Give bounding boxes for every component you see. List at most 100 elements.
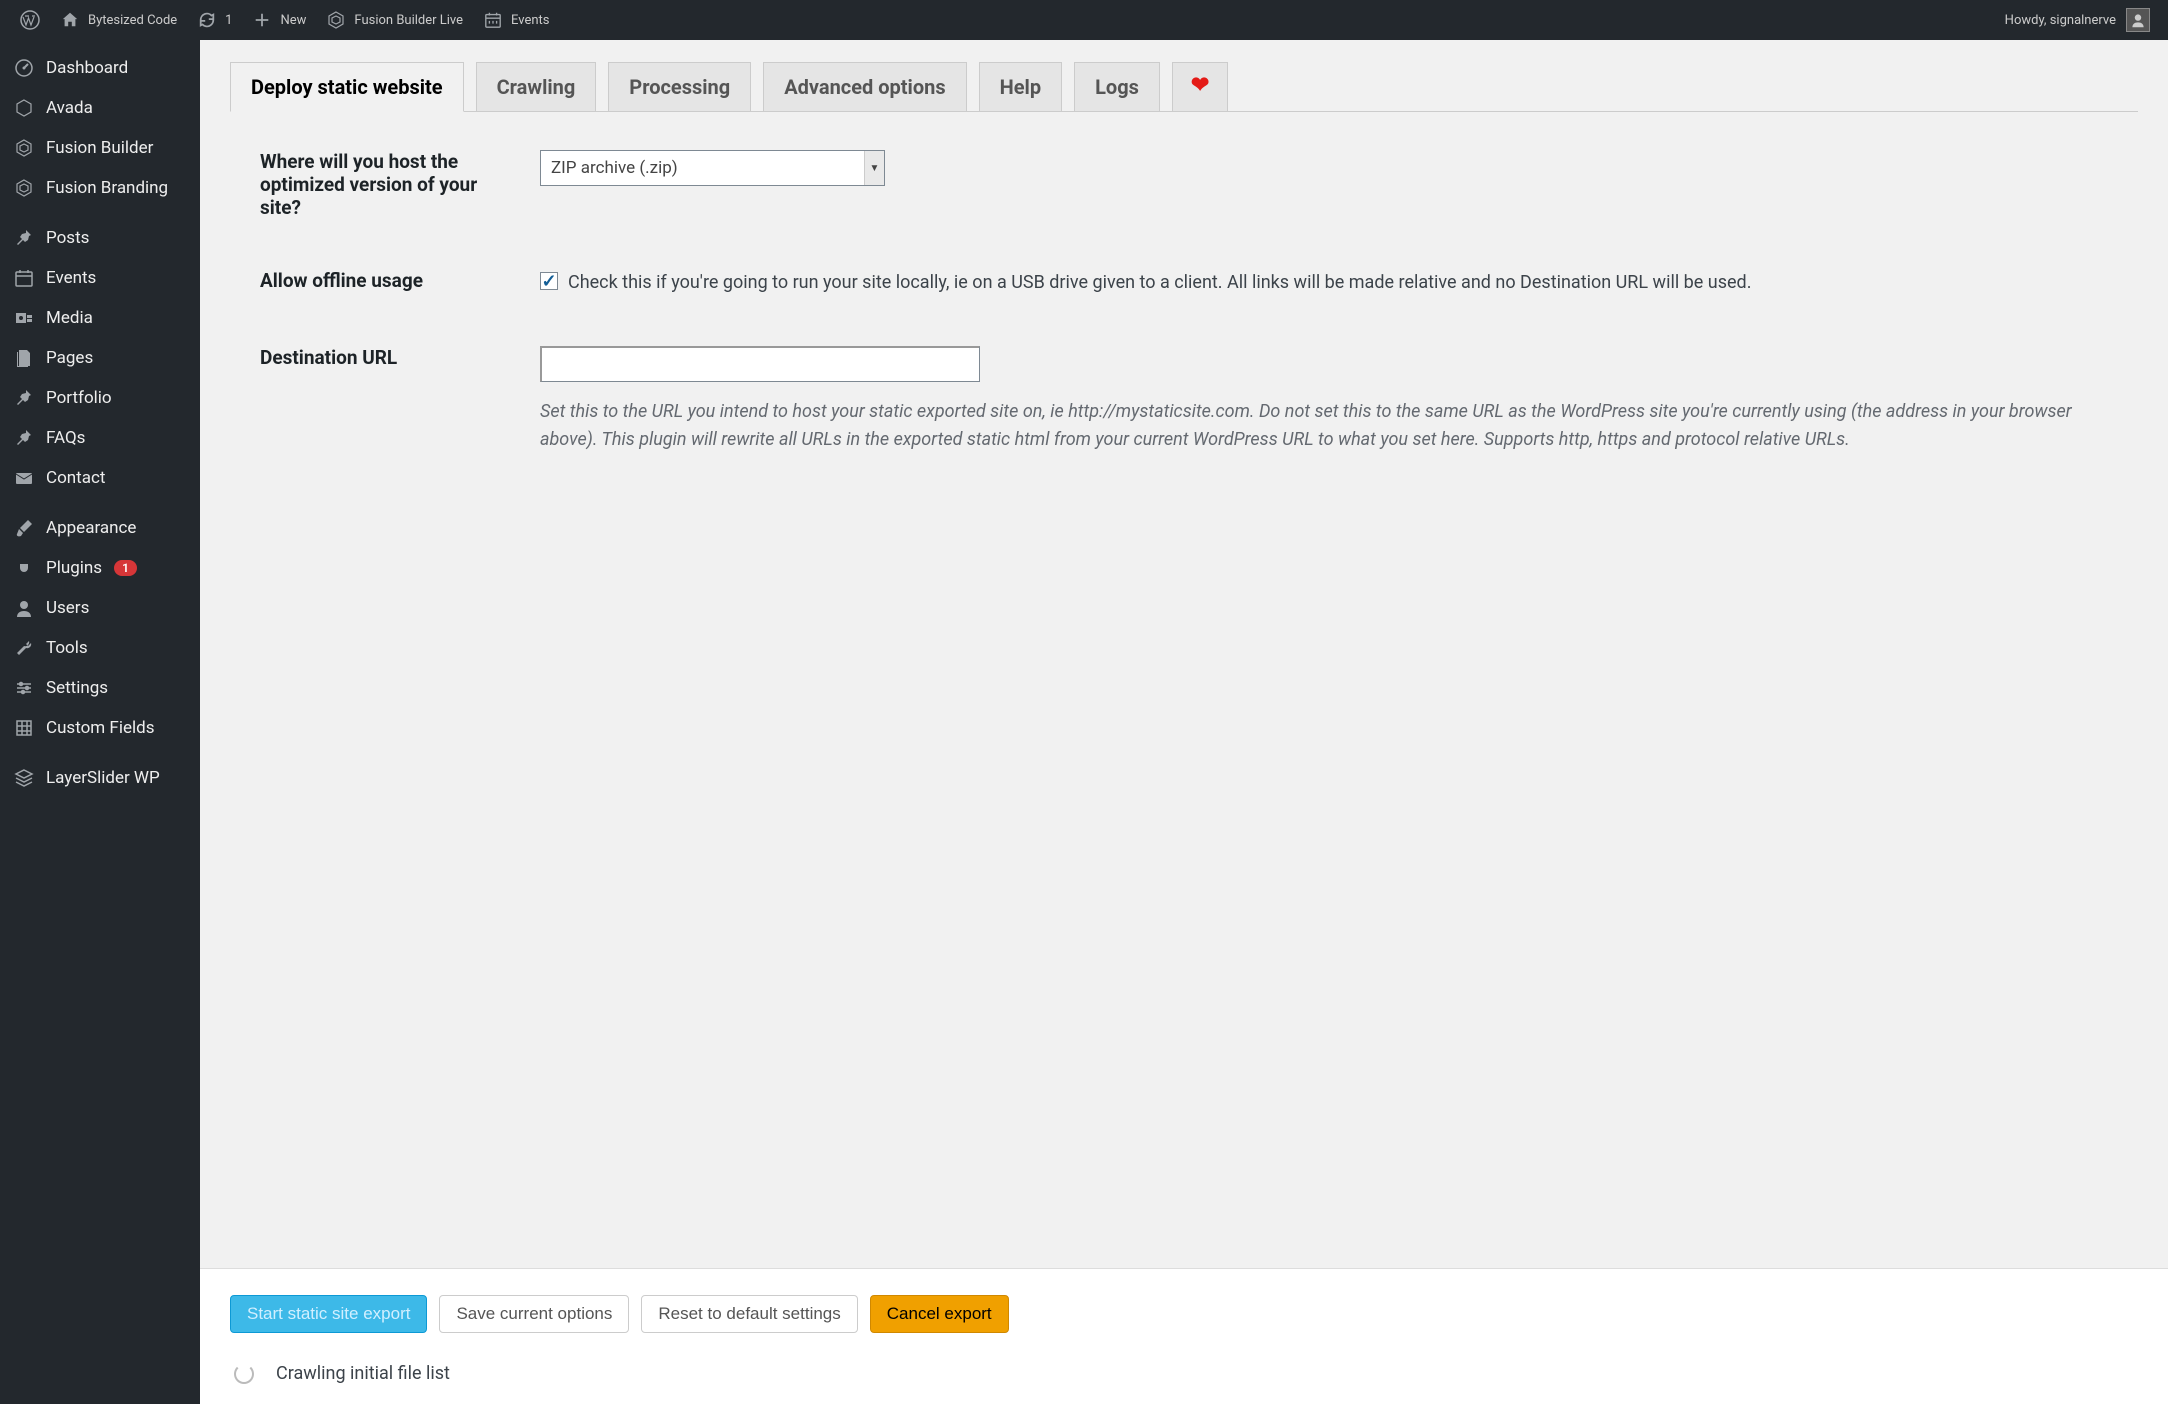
sidebar-item-label: Users [46, 598, 89, 618]
avada-icon [14, 98, 34, 118]
sidebar-item-label: Appearance [46, 518, 136, 538]
update-badge: 1 [114, 560, 137, 576]
tab-nav: Deploy static websiteCrawlingProcessingA… [230, 62, 2138, 112]
sidebar-item-fusion-branding[interactable]: Fusion Branding [0, 168, 200, 208]
fusion-icon [14, 178, 34, 198]
tab-donate[interactable]: ❤ [1172, 62, 1228, 111]
destination-url-input[interactable] [540, 346, 980, 382]
tab-help[interactable]: Help [979, 62, 1062, 111]
sidebar-item-layerslider-wp[interactable]: LayerSlider WP [0, 758, 200, 798]
tab-advanced-options[interactable]: Advanced options [763, 62, 966, 111]
update-count: 1 [225, 13, 232, 28]
sidebar-item-custom-fields[interactable]: Custom Fields [0, 708, 200, 748]
tab-deploy-static-website[interactable]: Deploy static website [230, 62, 464, 112]
sidebar-item-label: Tools [46, 638, 88, 658]
pin-icon [14, 388, 34, 408]
updates-link[interactable]: 1 [187, 0, 242, 40]
events-label: Events [511, 13, 549, 28]
user-avatar [2126, 8, 2150, 32]
sidebar-item-fusion-builder[interactable]: Fusion Builder [0, 128, 200, 168]
plug-icon [14, 558, 34, 578]
user-icon [14, 598, 34, 618]
sidebar-item-label: Media [46, 308, 93, 328]
fusion-builder-live-link[interactable]: Fusion Builder Live [316, 0, 473, 40]
site-name: Bytesized Code [88, 13, 177, 28]
heart-icon: ❤ [1191, 73, 1209, 98]
host-select-value: ZIP archive (.zip) [551, 158, 678, 178]
sidebar-item-avada[interactable]: Avada [0, 88, 200, 128]
sidebar-item-label: Posts [46, 228, 89, 248]
sidebar-item-label: Contact [46, 468, 105, 488]
sidebar-item-label: FAQs [46, 428, 85, 448]
howdy-text: Howdy, signalnerve [2005, 13, 2116, 28]
sidebar-item-pages[interactable]: Pages [0, 338, 200, 378]
offline-help-text: Check this if you're going to run your s… [568, 269, 1751, 296]
tab-crawling[interactable]: Crawling [476, 62, 597, 111]
pin-icon [14, 228, 34, 248]
sidebar-item-portfolio[interactable]: Portfolio [0, 378, 200, 418]
adminbar-right[interactable]: Howdy, signalnerve [2005, 8, 2158, 32]
sidebar-item-label: Dashboard [46, 58, 128, 78]
admin-toolbar: Bytesized Code 1 New Fusion Builder Live… [0, 0, 2168, 40]
sidebar-item-contact[interactable]: Contact [0, 458, 200, 498]
sidebar-item-posts[interactable]: Posts [0, 218, 200, 258]
home-icon [60, 10, 80, 30]
sidebar-item-label: Fusion Builder [46, 138, 153, 158]
offline-label: Allow offline usage [260, 269, 540, 292]
site-name-link[interactable]: Bytesized Code [50, 0, 187, 40]
fusion-builder-label: Fusion Builder Live [354, 13, 463, 28]
sidebar-item-media[interactable]: Media [0, 298, 200, 338]
save-options-button[interactable]: Save current options [439, 1295, 629, 1333]
tab-logs[interactable]: Logs [1074, 62, 1160, 111]
destination-url-help: Set this to the URL you intend to host y… [540, 398, 2108, 454]
sidebar-item-events[interactable]: Events [0, 258, 200, 298]
sidebar-item-plugins[interactable]: Plugins 1 [0, 548, 200, 588]
cancel-export-button[interactable]: Cancel export [870, 1295, 1009, 1333]
sidebar-item-settings[interactable]: Settings [0, 668, 200, 708]
sidebar-item-label: Avada [46, 98, 93, 118]
sidebar-item-label: Settings [46, 678, 108, 698]
new-content-link[interactable]: New [242, 0, 316, 40]
wordpress-logo-icon [20, 10, 40, 30]
refresh-icon [197, 10, 217, 30]
sidebar-item-faqs[interactable]: FAQs [0, 418, 200, 458]
action-buttons: Start static site export Save current op… [230, 1295, 2138, 1333]
sidebar-item-label: Portfolio [46, 388, 112, 408]
events-link[interactable]: Events [473, 0, 559, 40]
pages-icon [14, 348, 34, 368]
fusion-icon [326, 10, 346, 30]
sidebar-item-dashboard[interactable]: Dashboard [0, 48, 200, 88]
mail-icon [14, 468, 34, 488]
admin-sidebar: Dashboard Avada Fusion Builder Fusion Brand… [0, 40, 200, 1404]
chevron-down-icon: ▼ [864, 151, 884, 185]
start-export-button[interactable]: Start static site export [230, 1295, 427, 1333]
calendar-icon [483, 10, 503, 30]
sliders-icon [14, 678, 34, 698]
reset-defaults-button[interactable]: Reset to default settings [641, 1295, 857, 1333]
sidebar-item-label: Plugins [46, 558, 102, 578]
sidebar-item-tools[interactable]: Tools [0, 628, 200, 668]
pin-icon [14, 428, 34, 448]
sidebar-item-users[interactable]: Users [0, 588, 200, 628]
fusion-icon [14, 138, 34, 158]
media-icon [14, 308, 34, 328]
wordpress-logo-menu[interactable] [10, 0, 50, 40]
main-content: Deploy static websiteCrawlingProcessingA… [200, 40, 2168, 1404]
adminbar-left: Bytesized Code 1 New Fusion Builder Live… [10, 0, 560, 40]
sidebar-item-label: Events [46, 268, 96, 288]
sidebar-item-label: Fusion Branding [46, 178, 168, 198]
plus-icon [252, 10, 272, 30]
host-select[interactable]: ZIP archive (.zip) ▼ [540, 150, 885, 186]
sidebar-item-label: LayerSlider WP [46, 768, 160, 788]
export-status: Crawling initial file list [230, 1363, 2138, 1384]
tab-processing[interactable]: Processing [608, 62, 751, 111]
offline-checkbox[interactable]: ✓ [540, 272, 558, 290]
spinner-icon [234, 1364, 254, 1384]
layers-icon [14, 768, 34, 788]
sidebar-item-label: Custom Fields [46, 718, 154, 738]
status-text: Crawling initial file list [276, 1363, 450, 1384]
brush-icon [14, 518, 34, 538]
sidebar-item-appearance[interactable]: Appearance [0, 508, 200, 548]
action-panel: Start static site export Save current op… [200, 1268, 2168, 1404]
wrench-icon [14, 638, 34, 658]
